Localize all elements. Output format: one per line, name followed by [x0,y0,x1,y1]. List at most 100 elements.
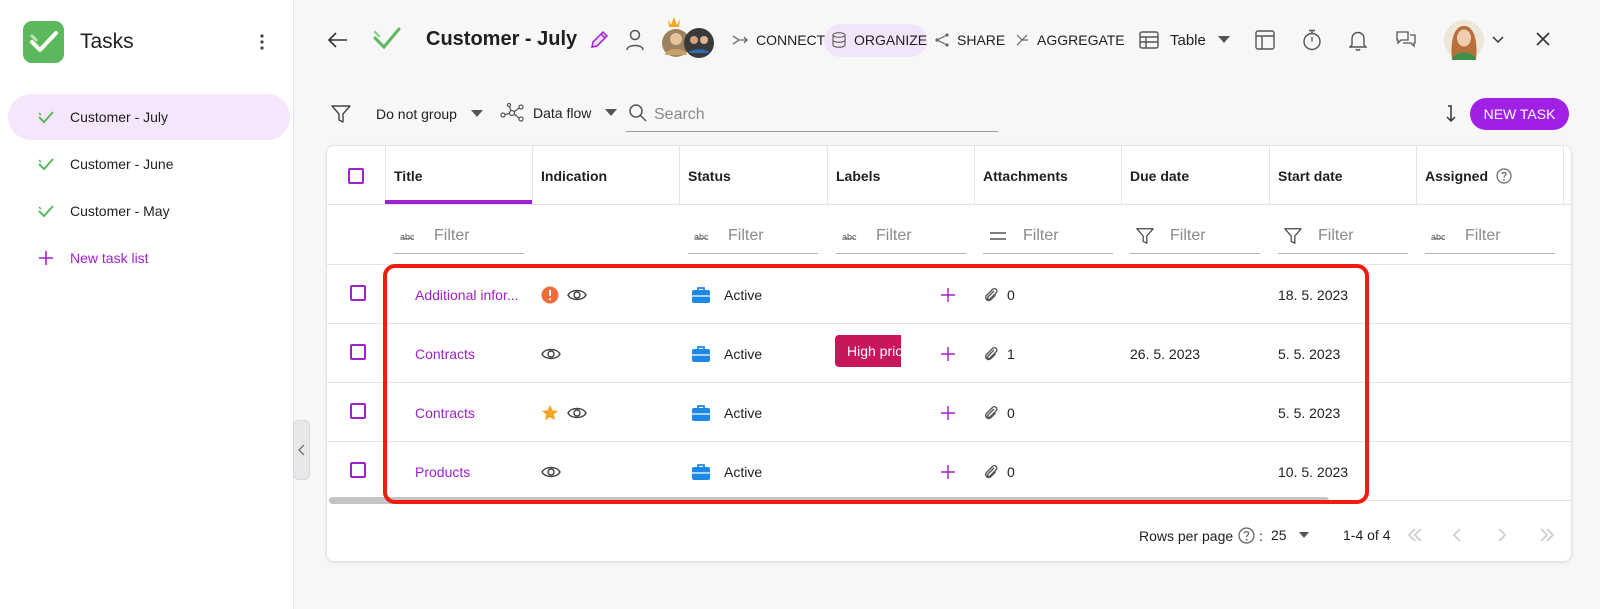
crown-icon [662,17,714,58]
funnel-filter-icon [1130,227,1160,245]
column-header-attachments[interactable]: Attachments [975,146,1122,205]
share-button[interactable]: SHARE [935,32,1005,48]
task-title-cell[interactable]: Additional infor... [415,265,525,324]
column-header-labels[interactable]: Labels [828,146,975,205]
attachments-filter[interactable]: Filter [983,218,1113,254]
column-header-assigned[interactable]: Assigned [1417,146,1564,205]
watch-eye-icon [567,407,587,418]
help-circle-icon[interactable] [1496,167,1512,184]
indication-cell [541,383,587,442]
column-header-start-date[interactable]: Start date [1270,146,1417,205]
table-row[interactable]: Products Active 0 10. 5. 2023 [327,442,1571,501]
add-label-icon[interactable] [940,442,956,501]
group-by-dropdown[interactable]: Do not group [376,106,483,122]
status-cell[interactable]: Active [691,324,762,383]
add-label-icon[interactable] [940,383,956,442]
task-title-cell[interactable]: Products [415,442,525,501]
status-cell[interactable]: Active [691,383,762,442]
task-title-link[interactable]: Additional infor... [415,287,519,303]
watch-eye-icon [541,348,561,359]
sidebar-item-label: Customer - July [70,109,169,125]
owner-avatar-group[interactable] [660,15,720,59]
task-title-link[interactable]: Products [415,464,470,480]
help-circle-icon[interactable] [1238,527,1255,544]
filter-funnel-icon[interactable] [331,104,351,124]
task-title-cell[interactable]: Contracts [415,324,525,383]
sidebar-item-customer-june[interactable]: Customer - June [8,141,290,187]
timer-icon[interactable] [1302,29,1322,51]
sidebar-item-label: Customer - June [70,156,174,172]
bell-icon[interactable] [1349,29,1367,51]
labels-filter[interactable]: a̶b̶c Filter [836,218,966,254]
row-checkbox[interactable] [350,462,366,478]
add-label-icon[interactable] [940,324,956,383]
view-switcher[interactable]: Table [1139,31,1230,49]
label-chip-high-priority[interactable]: High prio [835,335,901,367]
previous-page-icon[interactable] [1452,528,1462,542]
caret-down-icon [1298,532,1309,538]
aggregate-button[interactable]: AGGREGATE [1015,32,1125,48]
table-row[interactable]: Contracts Active 0 5. 5. 2023 [327,383,1571,442]
data-flow-dropdown[interactable]: Data flow [500,103,618,123]
organize-button[interactable]: ORGANIZE [832,32,927,48]
task-title-link[interactable]: Contracts [415,405,475,421]
column-header-status[interactable]: Status [680,146,828,205]
back-arrow-icon[interactable] [326,28,350,52]
first-page-icon[interactable] [1407,528,1423,542]
attachments-count: 0 [1007,463,1015,480]
attachments-cell[interactable]: 0 [983,442,1015,501]
new-task-button[interactable]: NEW TASK [1470,98,1569,130]
attachments-cell[interactable]: 0 [983,265,1015,324]
column-header-title[interactable]: Title [386,146,533,205]
status-text: Active [724,463,763,480]
due-date-filter[interactable]: Filter [1130,218,1260,254]
attachments-cell[interactable]: 0 [983,383,1015,442]
collapse-sidebar-handle[interactable] [293,420,310,480]
row-checkbox[interactable] [350,403,366,419]
person-icon[interactable] [625,29,645,51]
text-filter-icon: a̶b̶c [836,231,866,241]
assigned-filter[interactable]: a̶b̶c Filter [1425,218,1555,254]
sidebar-item-customer-july[interactable]: Customer - July [8,94,290,140]
rows-per-page-text: Rows per page [1139,527,1234,544]
database-icon [832,32,846,48]
table-row[interactable]: Contracts Active High prio 1 26. 5. 2023… [327,324,1571,383]
filter-placeholder: Filter [876,226,912,244]
page-title: Customer - July [426,28,578,50]
select-all-checkbox[interactable] [348,167,364,184]
sidebar: Tasks Customer - July Customer - June Cu… [0,0,294,609]
title-filter[interactable]: a̶b̶c Filter [394,218,524,254]
sort-arrow-icon[interactable] [1444,104,1458,124]
last-page-icon[interactable] [1539,528,1555,542]
status-cell[interactable]: Active [691,442,762,501]
attachments-cell[interactable]: 1 [983,324,1015,383]
edit-pencil-icon[interactable] [589,30,609,50]
chat-icon[interactable] [1395,29,1417,49]
search-input[interactable] [654,104,994,126]
paperclip-icon [984,287,998,301]
new-task-list-button[interactable]: New task list [8,235,290,281]
row-checkbox[interactable] [350,344,366,360]
rows-per-page-label: Rows per page : [1139,527,1263,544]
close-icon[interactable] [1535,31,1551,47]
next-page-icon[interactable] [1497,528,1507,542]
task-title-cell[interactable]: Contracts [415,383,525,442]
connect-button[interactable]: CONNECT [732,32,825,48]
horizontal-scrollbar[interactable] [329,497,1329,504]
status-filter[interactable]: a̶b̶c Filter [688,218,818,254]
column-header-indication[interactable]: Indication [533,146,680,205]
task-title-link[interactable]: Contracts [415,346,475,362]
row-checkbox[interactable] [350,285,366,301]
more-vert-icon[interactable] [250,30,274,54]
user-avatar[interactable] [1444,20,1504,60]
status-text: Active [724,286,763,303]
table-row[interactable]: Additional infor... Active 0 18. 5. 2023 [327,265,1571,324]
add-label-icon[interactable] [940,265,956,324]
column-header-due-date[interactable]: Due date [1122,146,1270,205]
start-date-filter[interactable]: Filter [1278,218,1408,254]
rows-per-page-select[interactable]: 25 [1271,527,1309,543]
layout-icon[interactable] [1255,30,1275,50]
status-cell[interactable]: Active [691,265,762,324]
list-check-icon [373,24,401,52]
sidebar-item-customer-may[interactable]: Customer - May [8,188,290,234]
